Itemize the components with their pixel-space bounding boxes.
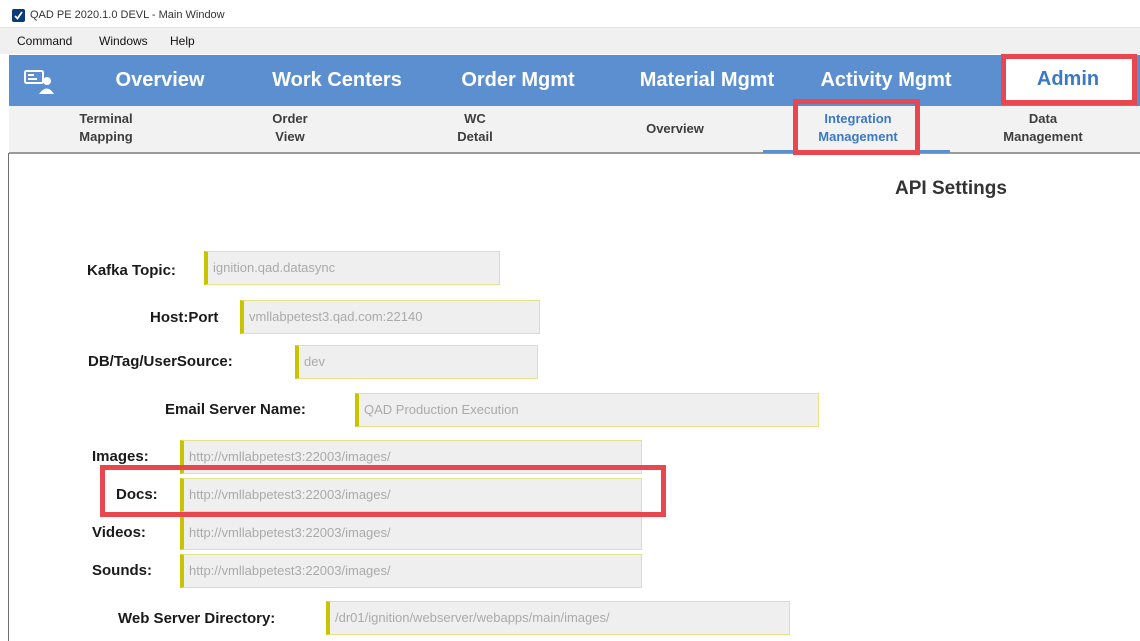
highlight-box-docs xyxy=(100,465,666,517)
host-port-input[interactable]: vmllabpetest3.qad.com:22140 xyxy=(240,300,540,334)
menu-windows[interactable]: Windows xyxy=(99,34,148,48)
window-title: QAD PE 2020.1.0 DEVL - Main Window xyxy=(30,9,225,21)
sub-tab-data-management[interactable]: Data Management xyxy=(988,106,1098,156)
web-server-directory-input[interactable]: /dr01/ignition/webserver/webapps/main/im… xyxy=(326,601,790,635)
nav-tab-work-centers[interactable]: Work Centers xyxy=(254,55,420,106)
content-left-border xyxy=(8,153,9,641)
sub-tab-wc-detail[interactable]: WC Detail xyxy=(440,106,510,156)
page-title: API Settings xyxy=(895,178,1007,199)
sub-tab-terminal-mapping[interactable]: Terminal Mapping xyxy=(56,106,156,156)
sounds-label: Sounds: xyxy=(92,562,152,579)
sub-tab-label: WC xyxy=(464,111,486,126)
db-tag-usersource-input[interactable]: dev xyxy=(295,345,538,379)
email-server-name-label: Email Server Name: xyxy=(165,401,306,418)
sub-tab-overview[interactable]: Overview xyxy=(620,106,730,152)
videos-input[interactable]: http://vmllabpetest3:22003/images/ xyxy=(180,516,642,550)
sounds-input[interactable]: http://vmllabpetest3:22003/images/ xyxy=(180,554,642,588)
images-label: Images: xyxy=(92,448,149,465)
kafka-topic-label: Kafka Topic: xyxy=(87,262,176,279)
sub-tab-label: Order xyxy=(272,111,308,126)
terminal-user-icon[interactable] xyxy=(23,67,55,95)
app-checkmark-icon xyxy=(12,9,25,22)
sub-tab-label: Management xyxy=(1003,129,1083,144)
nav-tab-material-mgmt[interactable]: Material Mgmt xyxy=(612,55,802,106)
menu-help[interactable]: Help xyxy=(170,34,195,48)
videos-label: Videos: xyxy=(92,524,146,541)
db-tag-usersource-label: DB/Tag/UserSource: xyxy=(88,353,233,370)
highlight-box-integration-management xyxy=(793,99,920,155)
sub-tab-label: Overview xyxy=(646,121,704,136)
email-server-name-input[interactable]: QAD Production Execution xyxy=(355,393,819,427)
nav-tab-overview[interactable]: Overview xyxy=(90,55,230,106)
kafka-topic-input[interactable]: ignition.qad.datasync xyxy=(204,251,500,285)
sub-nav-bar xyxy=(9,106,1140,154)
sub-tab-label: View xyxy=(275,129,305,144)
nav-tab-order-mgmt[interactable]: Order Mgmt xyxy=(442,55,594,106)
sub-tab-order-view[interactable]: Order View xyxy=(250,106,330,156)
host-port-label: Host:Port xyxy=(150,309,219,326)
sub-tab-label: Detail xyxy=(457,129,493,144)
sub-tab-label: Data xyxy=(1028,111,1058,126)
menu-command[interactable]: Command xyxy=(17,34,72,48)
sub-tab-label: Mapping xyxy=(79,129,133,144)
sub-tab-label: Terminal xyxy=(79,111,133,126)
web-server-directory-label: Web Server Directory: xyxy=(118,610,276,627)
highlight-box-admin xyxy=(1001,54,1137,105)
